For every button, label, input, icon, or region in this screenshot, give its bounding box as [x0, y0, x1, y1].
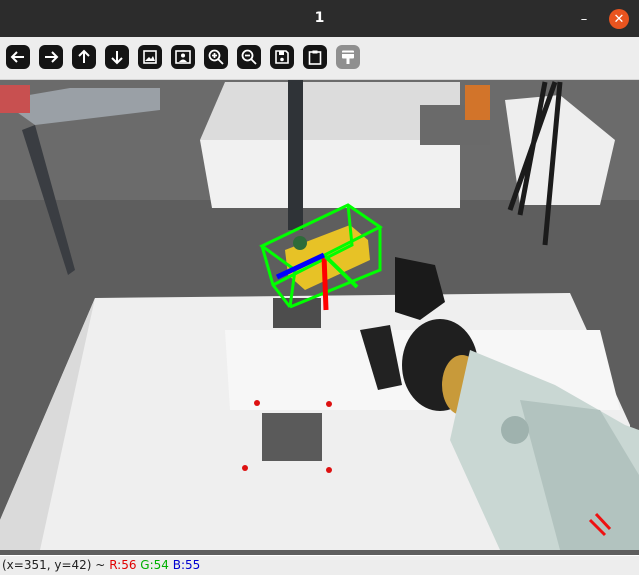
robot-joint [501, 416, 529, 444]
save-button[interactable] [270, 45, 294, 69]
pole [288, 80, 303, 230]
wall-front [200, 140, 460, 208]
zoom-original-button[interactable] [171, 45, 195, 69]
image-fit-icon [143, 50, 157, 64]
bg-robot-arm [465, 85, 490, 120]
status-bar: (x=351, y=42) ~ R:56 G:54 B:55 [0, 556, 639, 575]
box-left [0, 85, 30, 113]
close-button[interactable]: ✕ [609, 9, 629, 29]
pan-left-button[interactable] [6, 45, 30, 69]
camera-image [0, 80, 639, 555]
axis-x [321, 254, 329, 311]
image-viewport[interactable] [0, 80, 639, 555]
paint-icon [342, 50, 354, 64]
zoom-out-button[interactable] [237, 45, 261, 69]
window-title: 1 [314, 10, 325, 26]
copy-button[interactable] [303, 45, 327, 69]
pan-right-button[interactable] [39, 45, 63, 69]
status-green: G:54 [140, 558, 169, 572]
pole-base [273, 298, 321, 328]
zoom-out-icon [241, 49, 257, 65]
title-bar: 1 – ✕ [0, 0, 639, 37]
pan-down-button[interactable] [105, 45, 129, 69]
toolbar [0, 37, 639, 80]
zoom-in-button[interactable] [204, 45, 228, 69]
object-cap [293, 236, 307, 250]
marker [254, 400, 260, 406]
floor-patch [262, 413, 322, 461]
minimize-button[interactable]: – [574, 9, 594, 29]
minimize-icon: – [580, 11, 588, 27]
zoom-fit-button[interactable] [138, 45, 162, 69]
image-person-icon [175, 50, 191, 64]
clipboard-icon [308, 50, 322, 65]
pan-up-button[interactable] [72, 45, 96, 69]
status-coords: (x=351, y=42) ~ [2, 558, 106, 572]
status-red: R:56 [109, 558, 137, 572]
marker [326, 401, 332, 407]
arrow-left-icon [10, 51, 24, 63]
marker [242, 465, 248, 471]
status-blue: B:55 [172, 558, 201, 572]
marker [326, 467, 332, 473]
arrow-up-icon [78, 49, 90, 63]
close-icon: ✕ [613, 11, 625, 27]
properties-button[interactable] [336, 45, 360, 69]
arrow-right-icon [45, 51, 59, 63]
arrow-down-icon [111, 51, 123, 65]
save-icon [275, 50, 289, 64]
zoom-in-icon [208, 49, 224, 65]
